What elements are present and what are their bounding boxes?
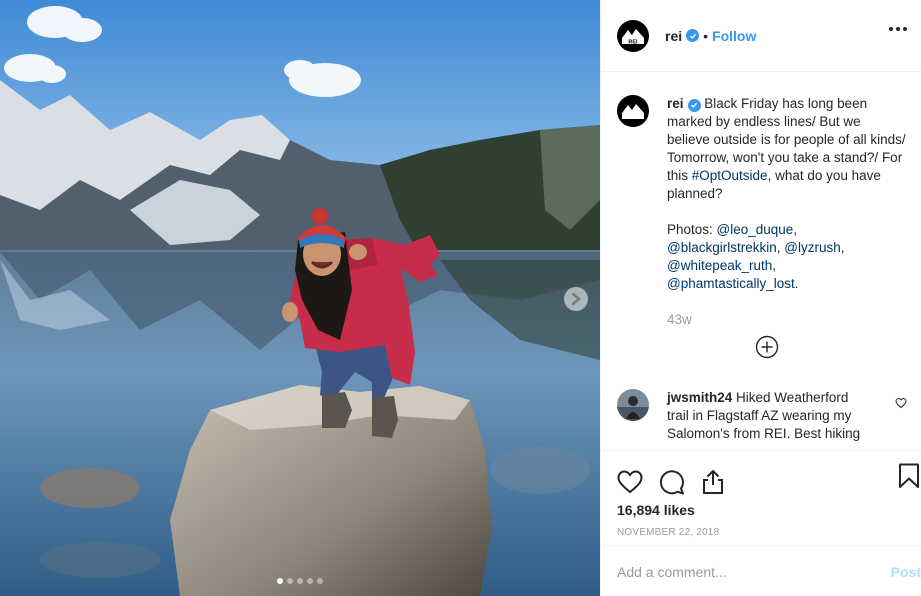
separator-dot: • [703,27,709,44]
comment-icon[interactable] [659,469,685,495]
post-header: REI rei • Follow [601,0,921,72]
rei-logo-icon [622,104,644,119]
chevron-right-icon [571,293,581,305]
carousel-dot [307,578,313,584]
carousel-indicator [0,578,600,584]
avatar[interactable]: REI [617,19,649,52]
comment-body: jwsmith24 Hiked Weatherford trail in Fla… [667,389,872,443]
period: . [794,276,799,291]
avatar[interactable] [617,389,649,421]
mention-link[interactable]: @whitepeak_ruth [667,258,772,273]
svg-text:REI: REI [628,39,638,45]
post-side-panel: REI rei • Follow rei Black Friday has lo… [600,0,921,596]
mention-link[interactable]: @lyzrush [784,240,840,255]
post-caption: rei Black Friday has long been marked by… [601,73,921,329]
caption-body: rei Black Friday has long been marked by… [667,95,906,329]
rei-logo-icon: REI [622,28,644,45]
action-icons [601,451,921,501]
like-icon[interactable] [617,470,643,494]
carousel-dot [287,578,293,584]
post-comment-button[interactable]: Post [891,564,921,580]
bookmark-icon[interactable] [898,463,920,492]
user-avatar-icon [617,389,649,421]
verified-badge-icon [687,98,701,112]
avatar[interactable] [617,95,649,127]
photo-credits: Photos: @leo_duque, @blackgirlstrekkin, … [667,221,906,293]
post-author-username[interactable]: rei [665,28,682,44]
post-actions: 16,894 likes November 22, 2018 Post [601,450,921,596]
caption-timestamp[interactable]: 43w [667,311,906,329]
landscape-photo [0,0,600,596]
add-comment-input[interactable] [617,563,891,580]
more-options-icon[interactable] [889,27,907,31]
carousel-next-button[interactable] [564,287,588,311]
comment-item: jwsmith24 Hiked Weatherford trail in Fla… [617,389,907,443]
follow-button[interactable]: Follow [712,28,756,44]
mention-link[interactable]: @leo_duque [717,222,794,237]
comma: , [793,222,798,237]
photo-credits-label: Photos: [667,222,717,237]
carousel-dot [317,578,323,584]
comma: , [772,258,777,273]
mention-link[interactable]: @phamtastically_lost [667,276,795,291]
load-more-comments-icon[interactable] [755,335,779,359]
post-date[interactable]: November 22, 2018 [601,527,921,538]
mention-link[interactable]: @blackgirlstrekkin [667,240,777,255]
post-photo[interactable] [0,0,600,596]
caption-username[interactable]: rei [667,96,684,111]
likes-count[interactable]: 16,894 likes [601,502,921,518]
carousel-dot [277,578,283,584]
share-icon[interactable] [701,469,725,495]
hashtag-link[interactable]: #OptOutside [692,168,768,183]
comment-username[interactable]: jwsmith24 [667,390,732,405]
comma: , [840,240,845,255]
comments-list[interactable]: rei Black Friday has long been marked by… [601,73,921,450]
like-comment-icon[interactable] [895,397,907,409]
carousel-dot [297,578,303,584]
verified-badge-icon [686,29,700,42]
add-comment-bar: Post [601,545,921,596]
